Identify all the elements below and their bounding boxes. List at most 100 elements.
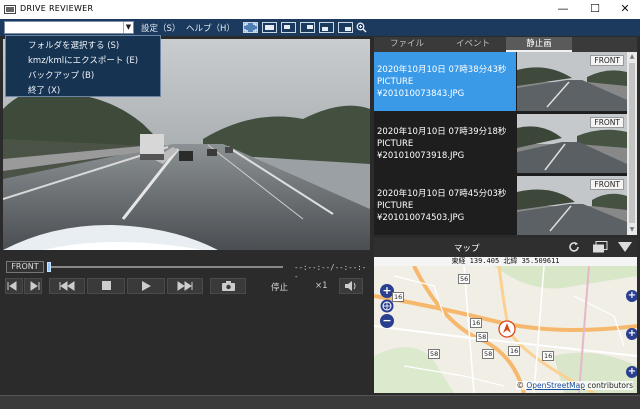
seek-bar-row: FRONT --:--:--/--:--:-- bbox=[3, 258, 370, 281]
view-layout-2-button[interactable] bbox=[281, 22, 296, 33]
skip-forward-button[interactable] bbox=[167, 278, 203, 294]
speaker-icon bbox=[345, 281, 356, 291]
snapshot-button[interactable] bbox=[210, 278, 246, 294]
scrollbar-thumb[interactable] bbox=[629, 63, 635, 223]
menu-export-kmz[interactable]: kmz/kmlにエクスポート (E) bbox=[28, 54, 138, 66]
camera-icon bbox=[221, 281, 235, 291]
stop-button[interactable] bbox=[87, 278, 125, 294]
map-edge-plus-button[interactable]: + bbox=[626, 328, 637, 340]
speed-display[interactable]: ×1 bbox=[315, 281, 328, 291]
seek-track[interactable] bbox=[48, 266, 283, 268]
list-item-info: 2020年10月10日 07時45分03秒 PICTURE ¥201010074… bbox=[374, 176, 516, 235]
route-shield: 16 bbox=[542, 351, 555, 361]
skip-back-icon bbox=[59, 281, 75, 291]
view-layout-4-button[interactable] bbox=[319, 22, 334, 33]
frame-forward-button[interactable] bbox=[24, 278, 42, 294]
map-edge-plus-button[interactable]: + bbox=[626, 366, 637, 378]
zoom-icon[interactable] bbox=[356, 22, 367, 33]
play-button[interactable] bbox=[127, 278, 165, 294]
refresh-icon[interactable] bbox=[568, 241, 580, 253]
close-button[interactable]: ✕ bbox=[610, 0, 640, 19]
file-combo[interactable]: ▼ bbox=[4, 21, 134, 34]
thumbnail-camera-label: FRONT bbox=[590, 117, 624, 128]
list-item-type: PICTURE bbox=[377, 139, 414, 149]
skip-back-button[interactable] bbox=[49, 278, 85, 294]
list-item-thumbnail: FRONT bbox=[517, 52, 627, 111]
window-title: DRIVE REVIEWER bbox=[20, 4, 94, 13]
view-fullscreen-button[interactable] bbox=[243, 22, 258, 33]
menu-backup[interactable]: バックアップ (B) bbox=[28, 69, 94, 81]
maximize-button[interactable]: ☐ bbox=[580, 0, 610, 19]
layout-pip-bottom-right-icon bbox=[345, 27, 351, 31]
list-scrollbar[interactable]: ▲ ▼ bbox=[627, 52, 637, 235]
status-bar bbox=[0, 395, 640, 409]
map-coordinates: 東経 139.405 北緯 35.509611 bbox=[374, 257, 637, 266]
route-shield: 56 bbox=[458, 274, 471, 284]
frame-back-icon bbox=[7, 281, 17, 291]
camera-label: FRONT bbox=[6, 261, 44, 273]
route-shield: 16 bbox=[392, 292, 405, 302]
list-item[interactable]: 2020年10月10日 07時39分18秒 PICTURE ¥201010073… bbox=[374, 114, 628, 173]
tab-event[interactable]: イベント bbox=[440, 37, 506, 52]
image-list: 2020年10月10日 07時38分43秒 PICTURE ¥201010073… bbox=[374, 52, 637, 235]
seek-thumb[interactable] bbox=[47, 262, 51, 272]
menu-exit[interactable]: 終了 (X) bbox=[28, 84, 60, 96]
list-item-type: PICTURE bbox=[377, 201, 414, 211]
route-shield: 16 bbox=[508, 346, 521, 356]
route-shield: 58 bbox=[428, 349, 441, 359]
frame-forward-icon bbox=[30, 281, 40, 291]
menu-settings[interactable]: 設定（S） bbox=[141, 22, 180, 34]
fullscreen-icon bbox=[244, 23, 257, 32]
list-item-datetime: 2020年10月10日 07時45分03秒 bbox=[377, 189, 507, 199]
list-item[interactable]: 2020年10月10日 07時38分43秒 PICTURE ¥201010073… bbox=[374, 52, 628, 111]
menu-help[interactable]: ヘルプ（H） bbox=[186, 22, 235, 34]
minimize-button[interactable]: — bbox=[548, 0, 578, 19]
list-item-type: PICTURE bbox=[377, 77, 414, 87]
skip-forward-icon bbox=[177, 281, 193, 291]
playback-status: 停止 bbox=[271, 283, 289, 293]
map-attribution: © OpenStreetMap contributors bbox=[516, 381, 633, 390]
map-view[interactable]: + − + + + 56 16 16 58 58 58 16 16 © Open… bbox=[374, 266, 637, 393]
scroll-up-icon[interactable]: ▲ bbox=[627, 52, 637, 62]
list-item-datetime: 2020年10月10日 07時38分43秒 bbox=[377, 65, 507, 75]
volume-button[interactable] bbox=[339, 278, 363, 294]
layout-pip-bottom-icon bbox=[322, 27, 328, 31]
attribution-suffix: contributors bbox=[585, 381, 633, 390]
map-header: マップ bbox=[374, 238, 637, 257]
list-item-thumbnail: FRONT bbox=[517, 176, 627, 235]
layout-pip-icon bbox=[284, 25, 290, 29]
chevron-down-icon[interactable]: ▼ bbox=[123, 22, 133, 33]
playback-controls: 停止 ×1 bbox=[3, 277, 370, 295]
tab-bar: ファイル イベント 静止画 bbox=[374, 37, 637, 52]
zoom-out-button[interactable]: − bbox=[380, 314, 394, 328]
map-edge-plus-button[interactable]: + bbox=[626, 290, 637, 302]
stop-icon bbox=[101, 281, 111, 290]
view-layout-5-button[interactable] bbox=[338, 22, 353, 33]
thumbnail-camera-label: FRONT bbox=[590, 179, 624, 190]
thumbnail-camera-label: FRONT bbox=[590, 55, 624, 66]
list-item-info: 2020年10月10日 07時39分18秒 PICTURE ¥201010073… bbox=[374, 114, 516, 173]
list-item-info: 2020年10月10日 07時38分43秒 PICTURE ¥201010073… bbox=[374, 52, 516, 111]
app-icon bbox=[4, 5, 16, 14]
play-icon bbox=[142, 281, 151, 291]
view-layout-1-button[interactable] bbox=[262, 22, 277, 33]
menu-select-folder[interactable]: フォルダを選択する (S) bbox=[28, 39, 119, 51]
list-item-file: ¥201010073843.JPG bbox=[377, 89, 465, 99]
tab-file[interactable]: ファイル bbox=[374, 37, 440, 52]
file-dropdown-menu: フォルダを選択する (S) kmz/kmlにエクスポート (E) バックアップ … bbox=[5, 35, 161, 97]
scroll-down-icon[interactable]: ▼ bbox=[627, 225, 637, 235]
collapse-icon[interactable] bbox=[618, 242, 632, 252]
tab-still-image[interactable]: 静止画 bbox=[506, 37, 572, 52]
frame-back-button[interactable] bbox=[5, 278, 23, 294]
title-bar: DRIVE REVIEWER — ☐ ✕ bbox=[0, 0, 640, 19]
list-item-thumbnail: FRONT bbox=[517, 114, 627, 173]
list-item[interactable]: 2020年10月10日 07時45分03秒 PICTURE ¥201010074… bbox=[374, 176, 628, 235]
location-marker-icon bbox=[498, 320, 516, 338]
list-item-datetime: 2020年10月10日 07時39分18秒 bbox=[377, 127, 507, 137]
window-toggle-icon[interactable] bbox=[592, 241, 608, 253]
view-layout-3-button[interactable] bbox=[300, 22, 315, 33]
attribution-prefix: © bbox=[516, 381, 527, 390]
list-item-file: ¥201010073918.JPG bbox=[377, 151, 465, 161]
layout-single-icon bbox=[265, 25, 274, 30]
osm-link[interactable]: OpenStreetMap bbox=[526, 381, 585, 390]
